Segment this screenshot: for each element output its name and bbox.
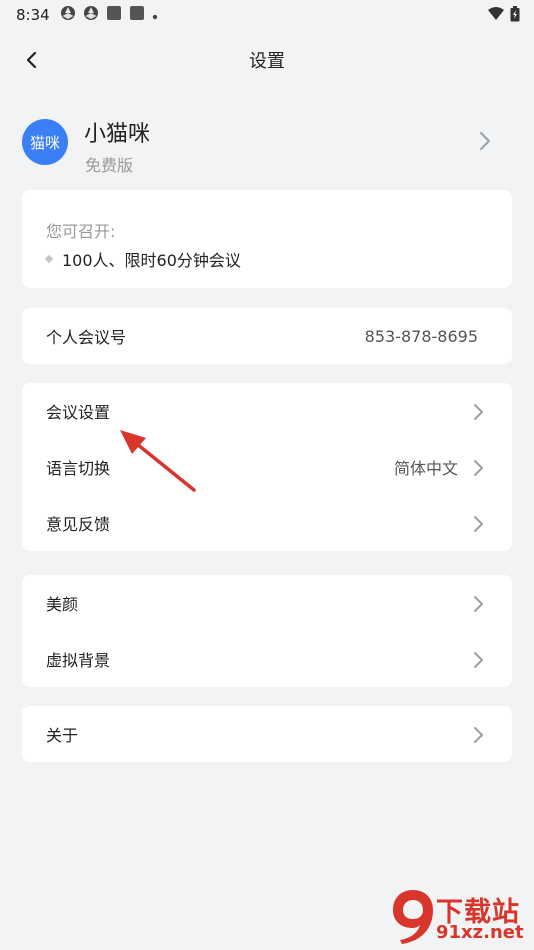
- square-notification-icon: [106, 5, 122, 25]
- chevron-right-icon: [472, 725, 486, 745]
- chevron-right-icon: [472, 650, 486, 670]
- watermark: 下载站 91xz.net: [390, 888, 530, 944]
- about-label: 关于: [46, 726, 79, 745]
- personal-meeting-card: 个人会议号 853-878-8695: [22, 308, 512, 364]
- status-bar: 8:34: [0, 0, 534, 30]
- chevron-right-icon: [478, 130, 492, 152]
- battery-icon: [510, 6, 520, 26]
- chevron-left-icon: [20, 48, 44, 72]
- about-card: 关于: [22, 706, 512, 762]
- meeting-settings-label: 会议设置: [46, 403, 111, 422]
- wifi-icon: [488, 7, 504, 25]
- capability-item-text: 100人、限时60分钟会议: [62, 251, 241, 270]
- profile-name: 小猫咪: [84, 122, 151, 147]
- chevron-right-icon: [472, 514, 486, 534]
- personal-meeting-label: 个人会议号: [46, 328, 127, 347]
- personal-meeting-row[interactable]: 个人会议号 853-878-8695: [22, 308, 512, 364]
- about-row[interactable]: 关于: [22, 706, 512, 762]
- settings-card: 会议设置 语言切换 简体中文 意见反馈: [22, 383, 512, 551]
- status-time: 8:34: [16, 6, 50, 24]
- chevron-right-icon: [472, 402, 486, 422]
- beauty-row[interactable]: 美颜: [22, 575, 512, 631]
- language-switch-label: 语言切换: [46, 459, 111, 478]
- aperture-icon: [83, 5, 99, 25]
- feedback-row[interactable]: 意见反馈: [22, 495, 512, 551]
- watermark-url: 91xz.net: [436, 922, 524, 943]
- language-switch-row[interactable]: 语言切换 简体中文: [22, 439, 512, 495]
- aperture-icon: [60, 5, 76, 25]
- beauty-card: 美颜 虚拟背景: [22, 575, 512, 687]
- personal-meeting-id: 853-878-8695: [364, 326, 478, 346]
- beauty-label: 美颜: [46, 595, 79, 614]
- dot-icon: [152, 6, 158, 24]
- capabilities-card: 您可召开: 100人、限时60分钟会议: [22, 190, 512, 288]
- annotation-arrow-icon: [118, 428, 200, 498]
- status-right: [488, 6, 520, 26]
- square-notification-icon: [129, 5, 145, 25]
- profile-plan: 免费版: [85, 156, 134, 175]
- chevron-right-icon: [472, 594, 486, 614]
- page-title: 设置: [249, 51, 285, 72]
- avatar: 猫咪: [22, 119, 68, 165]
- back-button[interactable]: [20, 48, 44, 72]
- feedback-label: 意见反馈: [46, 515, 111, 534]
- watermark-logo-icon: [390, 888, 436, 944]
- virtual-background-row[interactable]: 虚拟背景: [22, 631, 512, 687]
- chevron-right-icon: [472, 458, 486, 478]
- capability-item: 100人、限时60分钟会议: [44, 247, 241, 271]
- language-value: 简体中文: [393, 459, 458, 478]
- nav-header: 设置: [0, 36, 534, 84]
- meeting-settings-row[interactable]: 会议设置: [22, 383, 512, 439]
- profile-row[interactable]: 猫咪 小猫咪 免费版: [22, 112, 512, 176]
- capabilities-caption: 您可召开:: [46, 222, 116, 241]
- virtual-background-label: 虚拟背景: [46, 651, 111, 670]
- bullet-diamond-icon: [44, 254, 54, 264]
